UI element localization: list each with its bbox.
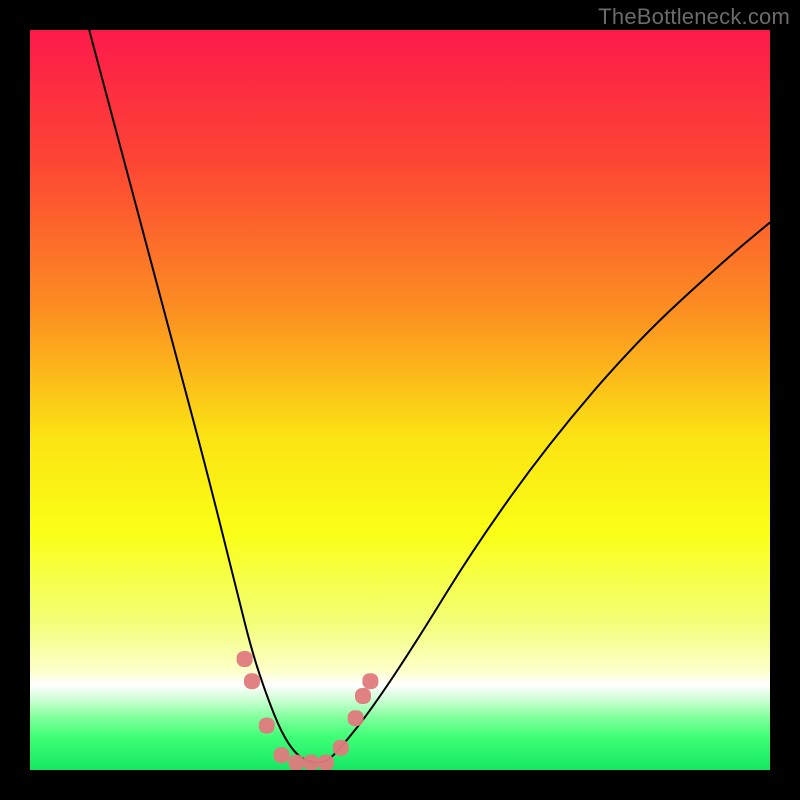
watermark-text: TheBottleneck.com	[598, 4, 790, 30]
curve-marker	[333, 740, 349, 756]
curve-marker	[259, 718, 275, 734]
curve-marker	[362, 673, 378, 689]
curve-marker	[288, 755, 304, 770]
plot-area	[30, 30, 770, 770]
curve-marker	[303, 755, 319, 770]
curve-marker	[244, 673, 260, 689]
curve-marker	[355, 688, 371, 704]
chart-frame: TheBottleneck.com	[0, 0, 800, 800]
curve-marker	[348, 710, 364, 726]
bottleneck-chart	[30, 30, 770, 770]
gradient-background	[30, 30, 770, 770]
curve-marker	[274, 747, 290, 763]
curve-marker	[318, 755, 334, 770]
curve-marker	[237, 651, 253, 667]
